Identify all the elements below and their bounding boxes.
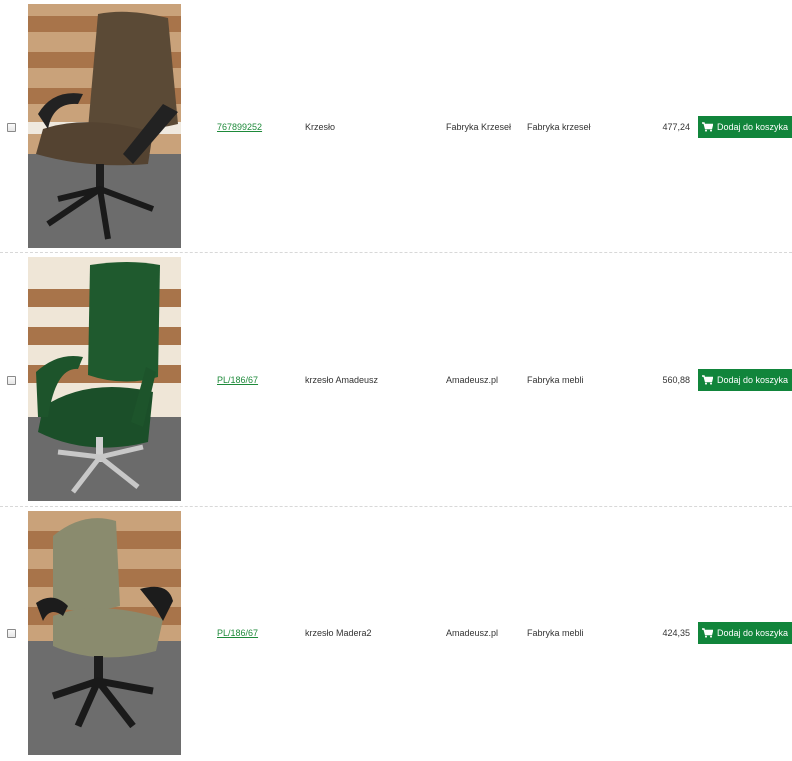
table-row: PL/186/67 krzesło Amadeusz Amadeusz.pl F…: [0, 254, 792, 507]
cart-icon: [701, 122, 713, 132]
chair-photo: [28, 4, 181, 248]
table-row: 767899252 Krzesło Fabryka Krzeseł Fabryk…: [0, 0, 792, 253]
product-code-link[interactable]: 767899252: [217, 121, 262, 133]
chair-photo: [28, 511, 181, 755]
add-to-cart-button[interactable]: Dodaj do koszyka: [698, 369, 792, 391]
product-manufacturer: Amadeusz.pl: [446, 375, 499, 385]
cart-icon: [701, 628, 713, 638]
product-image: [28, 4, 181, 248]
row-divider: [0, 506, 792, 507]
select-checkbox[interactable]: [7, 629, 16, 638]
product-category: Fabryka mebli: [527, 628, 584, 638]
product-price: 560,88: [662, 375, 690, 385]
product-manufacturer: Fabryka Krzeseł: [446, 122, 512, 132]
product-name: Krzesło: [305, 122, 336, 132]
table-row: PL/186/67 krzesło Madera2 Amadeusz.pl Fa…: [0, 508, 792, 761]
product-image: [28, 511, 181, 755]
product-price: 424,35: [662, 628, 690, 638]
select-checkbox[interactable]: [7, 376, 16, 385]
cart-icon: [701, 375, 713, 385]
row-divider: [0, 252, 792, 253]
product-image: [28, 257, 181, 501]
add-to-cart-button[interactable]: Dodaj do koszyka: [698, 116, 792, 138]
product-name: krzesło Amadeusz: [305, 375, 379, 385]
add-to-cart-label: Dodaj do koszyka: [716, 122, 789, 132]
product-category: Fabryka mebli: [527, 375, 584, 385]
chair-photo: [28, 257, 181, 501]
product-code-link[interactable]: PL/186/67: [217, 374, 258, 386]
add-to-cart-label: Dodaj do koszyka: [716, 375, 789, 385]
product-category: Fabryka krzeseł: [527, 122, 591, 132]
product-price: 477,24: [662, 122, 690, 132]
product-name: krzesło Madera2: [305, 628, 372, 638]
select-checkbox[interactable]: [7, 123, 16, 132]
add-to-cart-button[interactable]: Dodaj do koszyka: [698, 622, 792, 644]
add-to-cart-label: Dodaj do koszyka: [716, 628, 789, 638]
product-manufacturer: Amadeusz.pl: [446, 628, 499, 638]
product-code-link[interactable]: PL/186/67: [217, 627, 258, 639]
